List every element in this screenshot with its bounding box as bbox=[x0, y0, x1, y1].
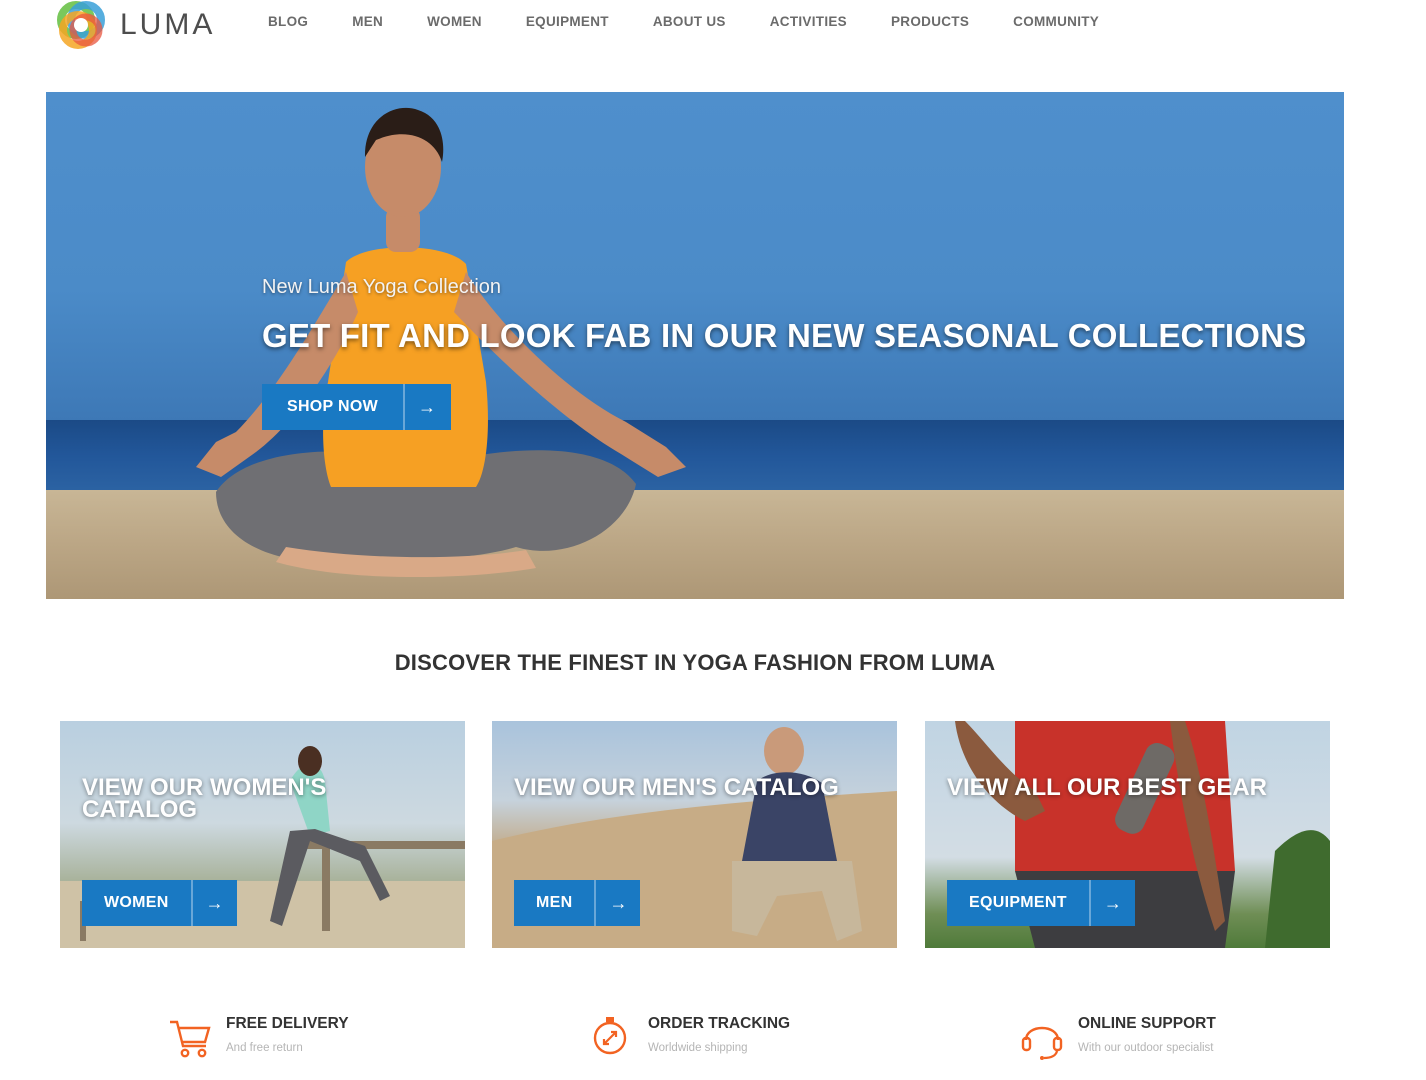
luma-logo[interactable]: LUMA bbox=[56, 0, 215, 50]
feature-title: ORDER TRACKING bbox=[648, 1015, 791, 1032]
nav-equipment[interactable]: EQUIPMENT bbox=[526, 14, 609, 29]
women-catalog-tile[interactable]: VIEW OUR WOMEN'S CATALOG WOMEN → bbox=[60, 721, 465, 948]
equipment-button-label: EQUIPMENT bbox=[969, 894, 1067, 911]
men-tile-title: VIEW OUR MEN'S CATALOG bbox=[514, 774, 839, 801]
nav-women[interactable]: WOMEN bbox=[427, 14, 482, 29]
luma-logo-icon bbox=[57, 1, 105, 49]
gear-tile-title: VIEW ALL OUR BEST GEAR bbox=[947, 774, 1268, 801]
equipment-button[interactable]: EQUIPMENT → bbox=[947, 880, 1135, 926]
hero-title: GET FIT AND LOOK FAB IN OUR NEW SEASONAL… bbox=[262, 317, 1307, 354]
men-catalog-tile[interactable]: VIEW OUR MEN'S CATALOG MEN → bbox=[492, 721, 897, 948]
nav-men[interactable]: MEN bbox=[352, 14, 383, 29]
headset-icon bbox=[1021, 1026, 1063, 1060]
shop-now-label: SHOP NOW bbox=[286, 398, 378, 415]
arrow-right-icon: → bbox=[403, 384, 449, 430]
feature-free-delivery: FREE DELIVERY And free return bbox=[168, 1012, 349, 1060]
arrow-right-icon: → bbox=[190, 880, 237, 926]
men-button-label: MEN bbox=[536, 894, 573, 911]
feature-subtitle: With our outdoor specialist bbox=[1078, 1042, 1214, 1054]
feature-subtitle: And free return bbox=[226, 1042, 303, 1054]
gear-catalog-tile[interactable]: VIEW ALL OUR BEST GEAR EQUIPMENT → bbox=[925, 721, 1330, 948]
arrow-right-icon: → bbox=[1088, 880, 1135, 926]
discover-heading: DISCOVER THE FINEST IN YOGA FASHION FROM… bbox=[394, 650, 996, 675]
women-button-label: WOMEN bbox=[104, 894, 169, 911]
nav-products[interactable]: PRODUCTS bbox=[891, 14, 969, 29]
nav-blog[interactable]: BLOG bbox=[268, 14, 308, 29]
site-header: LUMA BLOG MEN WOMEN EQUIPMENT ABOUT US A… bbox=[0, 0, 1426, 60]
nav-about-us[interactable]: ABOUT US bbox=[653, 14, 726, 29]
feature-title: FREE DELIVERY bbox=[226, 1015, 349, 1032]
feature-title: ONLINE SUPPORT bbox=[1078, 1015, 1216, 1032]
cart-icon bbox=[170, 1020, 211, 1058]
logo-text: LUMA bbox=[120, 8, 216, 41]
feature-order-tracking: ORDER TRACKING Worldwide shipping bbox=[590, 1012, 790, 1060]
women-tile-title: VIEW OUR WOMEN'S CATALOG bbox=[82, 774, 327, 823]
tracking-icon bbox=[593, 1017, 627, 1055]
feature-online-support: ONLINE SUPPORT With our outdoor speciali… bbox=[1020, 1012, 1216, 1060]
men-button[interactable]: MEN → bbox=[514, 880, 641, 926]
shop-now-button[interactable]: SHOP NOW → bbox=[262, 384, 451, 430]
nav-activities[interactable]: ACTIVITIES bbox=[770, 14, 847, 29]
women-button[interactable]: WOMEN → bbox=[82, 880, 237, 926]
feature-subtitle: Worldwide shipping bbox=[648, 1042, 748, 1054]
hero-subtitle: New Luma Yoga Collection bbox=[262, 276, 502, 298]
main-nav: BLOG MEN WOMEN EQUIPMENT ABOUT US ACTIVI… bbox=[268, 14, 1099, 29]
hero-banner[interactable]: New Luma Yoga Collection GET FIT AND LOO… bbox=[46, 92, 1344, 599]
arrow-right-icon: → bbox=[594, 880, 640, 926]
nav-community[interactable]: COMMUNITY bbox=[1013, 14, 1099, 29]
